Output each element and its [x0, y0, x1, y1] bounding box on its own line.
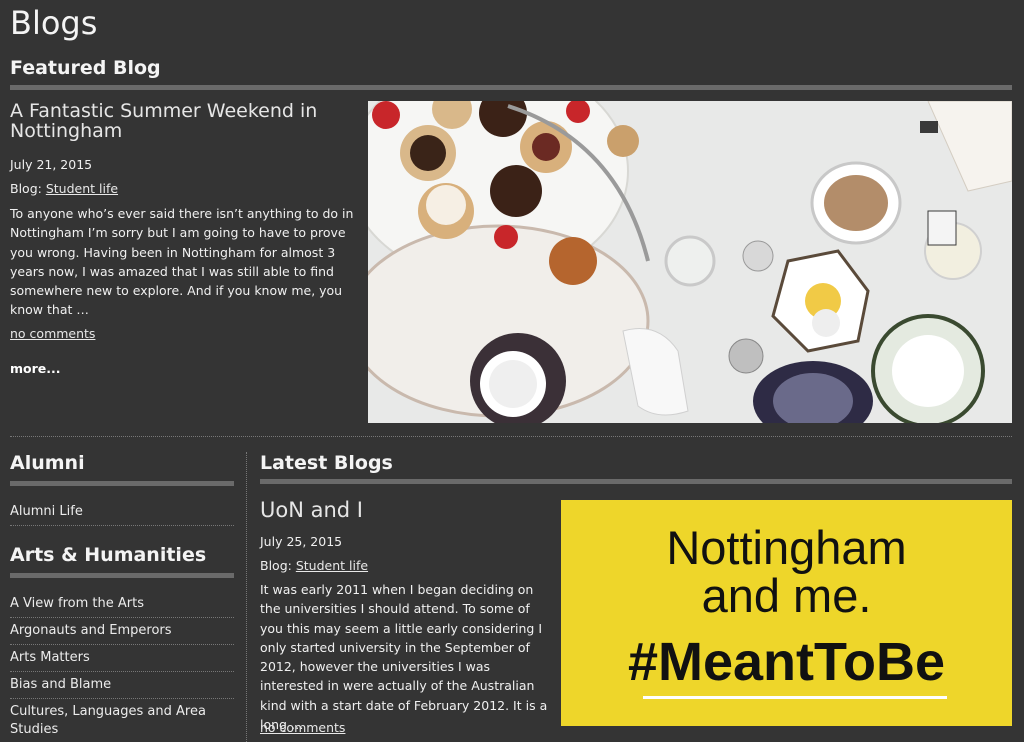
- latest-post-excerpt: It was early 2011 when I began deciding …: [260, 582, 548, 733]
- afternoon-tea-photo: [368, 101, 1012, 423]
- featured-post-image[interactable]: [368, 101, 1012, 423]
- image-underline: [643, 696, 947, 699]
- section-divider: [10, 436, 1012, 437]
- featured-post-excerpt: To anyone who’s ever said there isn’t an…: [10, 206, 354, 318]
- sidebar-item-arts-matters[interactable]: Arts Matters: [10, 645, 234, 672]
- featured-post-blog: Blog: Student life: [10, 181, 118, 196]
- featured-post-title[interactable]: A Fantastic Summer Weekend in Nottingham: [10, 101, 360, 141]
- featured-comments-link[interactable]: no comments: [10, 326, 95, 341]
- sidebar-rule: [10, 481, 234, 486]
- featured-heading: Featured Blog: [10, 57, 161, 79]
- sidebar-rule: [10, 573, 234, 578]
- image-text-hashtag: #MeantToBe: [627, 632, 946, 692]
- column-divider: [246, 452, 247, 742]
- sidebar-item-cultures-languages[interactable]: Cultures, Languages and Area Studies: [10, 699, 234, 742]
- featured-blog-link[interactable]: Student life: [46, 181, 118, 196]
- blog-prefix: Blog:: [260, 558, 292, 573]
- blog-prefix: Blog:: [10, 181, 42, 196]
- sidebar-category-alumni: Alumni Alumni Life: [10, 452, 234, 526]
- featured-post-date: July 21, 2015: [10, 157, 93, 172]
- image-text-line2: and me.: [701, 569, 872, 622]
- latest-post-title[interactable]: UoN and I: [260, 500, 363, 521]
- sidebar-item-alumni-life[interactable]: Alumni Life: [10, 503, 234, 526]
- sidebar-heading-alumni: Alumni: [10, 452, 85, 474]
- latest-comments-link[interactable]: no comments: [260, 720, 345, 735]
- latest-post-date: July 25, 2015: [260, 534, 343, 549]
- latest-rule: [260, 479, 1012, 484]
- sidebar-category-arts: Arts & Humanities A View from the Arts A…: [10, 544, 234, 742]
- latest-post-blog: Blog: Student life: [260, 558, 368, 573]
- featured-more-link[interactable]: more...: [10, 361, 61, 376]
- featured-rule: [10, 85, 1012, 90]
- sidebar-item-view-from-arts[interactable]: A View from the Arts: [10, 595, 234, 618]
- latest-heading: Latest Blogs: [260, 452, 393, 474]
- sidebar-list-alumni: Alumni Life: [10, 503, 234, 526]
- sidebar: Alumni Alumni Life Arts & Humanities A V…: [10, 452, 234, 742]
- sidebar-item-argonauts[interactable]: Argonauts and Emperors: [10, 618, 234, 645]
- sidebar-heading-arts: Arts & Humanities: [10, 544, 207, 566]
- page-title: Blogs: [10, 4, 98, 42]
- sidebar-list-arts: A View from the Arts Argonauts and Emper…: [10, 595, 234, 742]
- sidebar-item-bias-and-blame[interactable]: Bias and Blame: [10, 672, 234, 699]
- latest-post-image[interactable]: Nottingham and me. #MeantToBe: [561, 500, 1012, 726]
- image-text-line1: Nottingham: [666, 521, 907, 574]
- latest-blog-link[interactable]: Student life: [296, 558, 368, 573]
